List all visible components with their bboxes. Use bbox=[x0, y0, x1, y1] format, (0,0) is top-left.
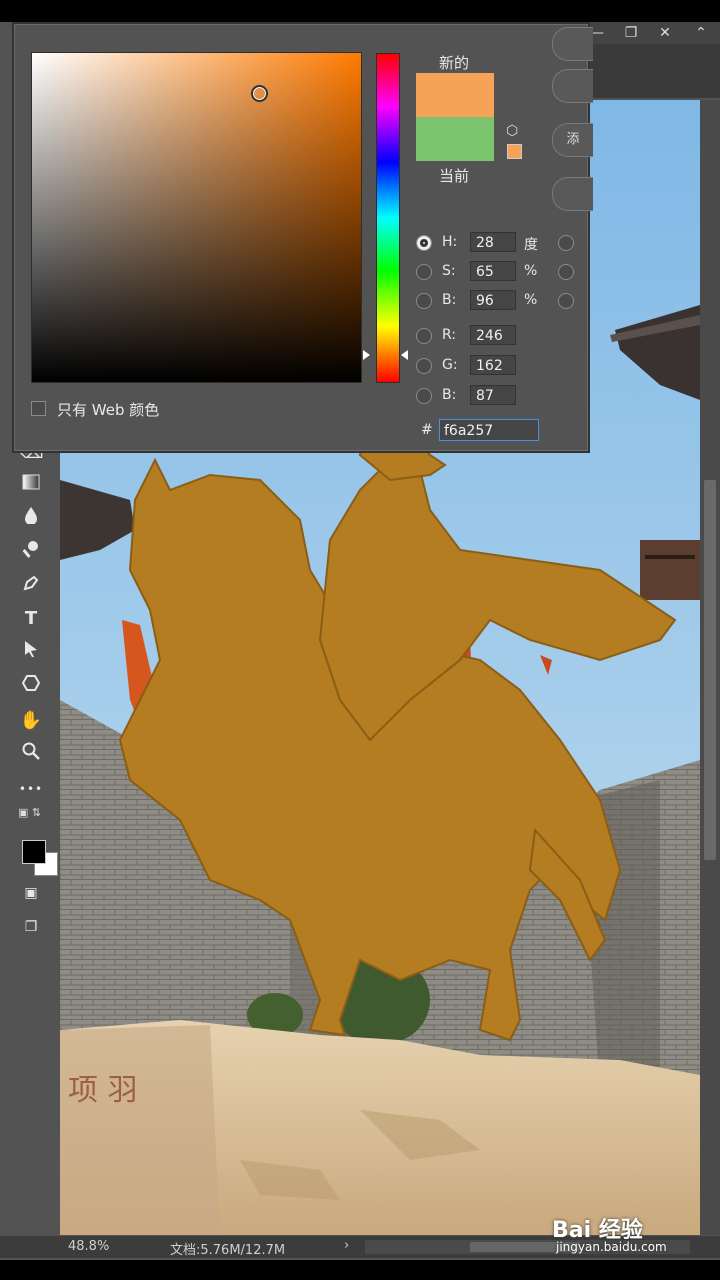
hex-input[interactable]: f6a257 bbox=[439, 419, 539, 441]
quick-mask-icon[interactable]: ▣ bbox=[16, 880, 46, 906]
out-of-gamut-cube-icon[interactable]: ⬡ bbox=[506, 123, 522, 139]
screen-mode-icon[interactable]: ❐ bbox=[16, 914, 46, 940]
close-button[interactable]: ✕ bbox=[648, 22, 682, 44]
lab-a-radio[interactable] bbox=[558, 264, 574, 280]
restore-button[interactable]: ❐ bbox=[614, 22, 648, 44]
hue-unit: 度 bbox=[524, 237, 538, 253]
hue-slider[interactable] bbox=[376, 53, 400, 383]
brightness-radio[interactable] bbox=[416, 293, 432, 309]
blue-label: B: bbox=[442, 387, 457, 403]
add-to-swatches-button[interactable]: 添 bbox=[552, 123, 593, 157]
saturation-brightness-field[interactable] bbox=[31, 52, 362, 383]
blue-input[interactable]: 87 bbox=[470, 385, 516, 405]
watermark-url: jingyan.baidu.com bbox=[556, 1240, 667, 1254]
vertical-scroll-thumb[interactable] bbox=[704, 480, 716, 860]
new-color-label: 新的 bbox=[439, 54, 470, 72]
lab-b-radio[interactable] bbox=[558, 293, 574, 309]
zoom-icon[interactable] bbox=[16, 742, 46, 768]
new-color-swatch bbox=[416, 73, 494, 117]
hue-marker-right[interactable] bbox=[401, 350, 408, 360]
red-radio[interactable] bbox=[416, 328, 432, 344]
color-picker-dialog: 新的 当前 ⬡ H: 28 度 S: 65 % B: 96 % R: 246 G… bbox=[14, 24, 593, 451]
saturation-label: S: bbox=[442, 263, 456, 279]
saturation-unit: % bbox=[524, 263, 538, 279]
hex-hash-label: # bbox=[421, 422, 433, 438]
red-label: R: bbox=[442, 327, 457, 343]
saturation-input[interactable]: 65 bbox=[470, 261, 516, 281]
status-menu-arrow[interactable]: › bbox=[344, 1238, 349, 1253]
ok-button[interactable] bbox=[552, 27, 593, 61]
red-input[interactable]: 246 bbox=[470, 325, 516, 345]
zoom-level[interactable]: 48.8% bbox=[68, 1239, 109, 1254]
hand-icon[interactable]: ✋ bbox=[16, 708, 46, 734]
hue-marker-left[interactable] bbox=[363, 350, 370, 360]
tools-panel: ⌫ T ✋ ••• ▣ ⇅ ▣ ❐ bbox=[8, 440, 58, 960]
blue-radio[interactable] bbox=[416, 388, 432, 404]
brightness-input[interactable]: 96 bbox=[470, 290, 516, 310]
collapse-button[interactable]: ⌃ bbox=[684, 22, 718, 44]
web-only-checkbox[interactable] bbox=[31, 401, 46, 416]
swap-colors-icon[interactable]: ▣ ⇅ bbox=[18, 806, 54, 820]
hue-input[interactable]: 28 bbox=[470, 232, 516, 252]
top-black-band bbox=[0, 0, 720, 22]
brightness-label: B: bbox=[442, 292, 457, 308]
shape-icon[interactable] bbox=[16, 674, 46, 700]
cancel-button[interactable] bbox=[552, 69, 593, 103]
vertical-scrollbar[interactable] bbox=[700, 100, 720, 1235]
pen-icon[interactable] bbox=[16, 574, 46, 600]
hue-radio[interactable] bbox=[416, 235, 432, 251]
more-icon[interactable]: ••• bbox=[16, 776, 46, 802]
document-tab-bar bbox=[580, 44, 720, 98]
current-color-label: 当前 bbox=[439, 167, 470, 185]
path-select-icon[interactable] bbox=[16, 640, 46, 666]
window-controls: — ❐ ✕ ⌃ bbox=[580, 22, 720, 44]
current-color-swatch[interactable] bbox=[416, 117, 494, 161]
document-info: 文档:5.76M/12.7M bbox=[170, 1243, 286, 1258]
color-libraries-button[interactable] bbox=[552, 177, 593, 211]
green-radio[interactable] bbox=[416, 358, 432, 374]
hue-label: H: bbox=[442, 234, 458, 250]
dodge-icon[interactable] bbox=[16, 540, 46, 566]
green-label: G: bbox=[442, 357, 458, 373]
green-input[interactable]: 162 bbox=[470, 355, 516, 375]
bottom-black-band bbox=[0, 1260, 720, 1280]
brightness-unit: % bbox=[524, 292, 538, 308]
websafe-swatch[interactable] bbox=[507, 144, 522, 159]
rock-inscription: 项 羽 bbox=[68, 1073, 138, 1108]
type-icon[interactable]: T bbox=[16, 606, 46, 632]
foreground-color-swatch[interactable] bbox=[22, 840, 46, 864]
lab-l-radio[interactable] bbox=[558, 235, 574, 251]
blur-icon[interactable] bbox=[16, 506, 46, 532]
web-only-label: 只有 Web 颜色 bbox=[57, 401, 160, 419]
color-cursor[interactable] bbox=[251, 85, 268, 102]
gradient-icon[interactable] bbox=[16, 472, 46, 498]
saturation-radio[interactable] bbox=[416, 264, 432, 280]
